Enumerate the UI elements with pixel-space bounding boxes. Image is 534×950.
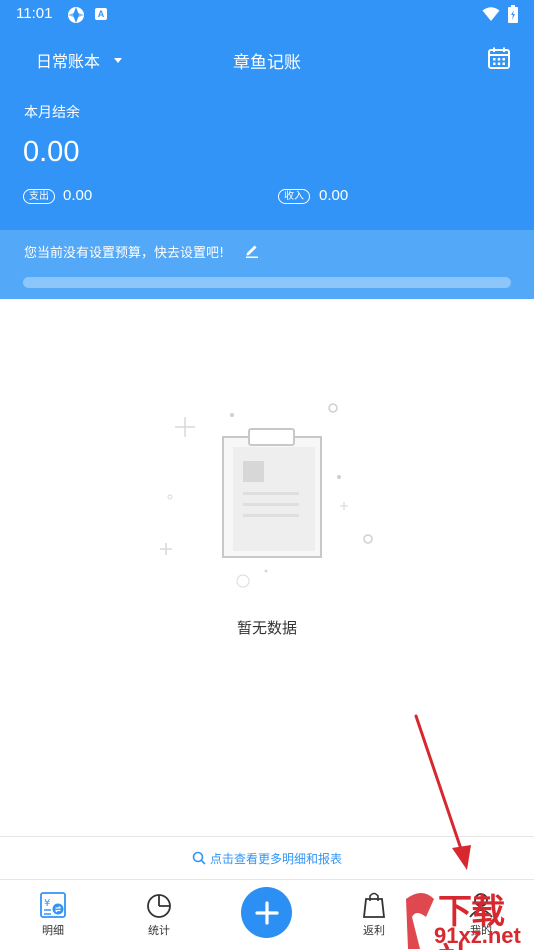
plus-icon — [254, 900, 279, 925]
budget-text: 您当前没有设置预算，快去设置吧! — [24, 246, 225, 261]
app-title: 章鱼记账 — [233, 53, 301, 73]
status-time: 11:01 — [16, 5, 53, 22]
report-link-text: 点击查看更多明细和报表 — [209, 851, 342, 866]
nav-label-rebate: 返利 — [363, 924, 385, 937]
app-badge-icon: A — [95, 8, 107, 20]
budget-progress-bar — [23, 277, 511, 288]
svg-text:¥: ¥ — [44, 898, 50, 909]
search-icon — [192, 851, 206, 865]
add-record-button[interactable] — [241, 887, 292, 938]
pie-chart-icon — [147, 894, 171, 918]
income-pill: 收入 — [278, 189, 310, 204]
nav-item-statistics[interactable]: 统计 — [129, 890, 189, 938]
status-bar: 11:01 A — [0, 0, 534, 30]
calendar-icon[interactable] — [487, 46, 511, 70]
balance-label: 本月结余 — [24, 105, 80, 121]
expense-value: 0.00 — [63, 187, 93, 204]
pencil-icon[interactable] — [244, 242, 260, 258]
watermark-domain: 91xz.net — [434, 923, 521, 948]
battery-icon — [508, 5, 518, 23]
empty-clipboard-icon — [160, 403, 373, 588]
ledger-icon: ¥ — [40, 892, 66, 918]
nav-label-details: 明细 — [42, 924, 64, 937]
header: 日常账本 章鱼记账 本月结余 0.00 支出 0.00 收入 0.00 — [0, 30, 534, 230]
expense-pill: 支出 — [23, 189, 55, 204]
annotation-arrow-icon — [414, 714, 471, 870]
aperture-icon — [68, 7, 84, 23]
nav-label-statistics: 统计 — [148, 924, 170, 937]
nav-item-details[interactable]: ¥ 明细 — [23, 890, 83, 938]
wifi-icon — [482, 7, 500, 21]
empty-state-text: 暂无数据 — [236, 619, 297, 637]
income-value: 0.00 — [319, 187, 349, 204]
shopping-bag-icon — [362, 892, 386, 918]
balance-value: 0.00 — [23, 136, 80, 168]
nav-item-rebate[interactable]: 返利 — [344, 890, 404, 938]
budget-banner[interactable]: 您当前没有设置预算，快去设置吧! — [0, 230, 534, 299]
